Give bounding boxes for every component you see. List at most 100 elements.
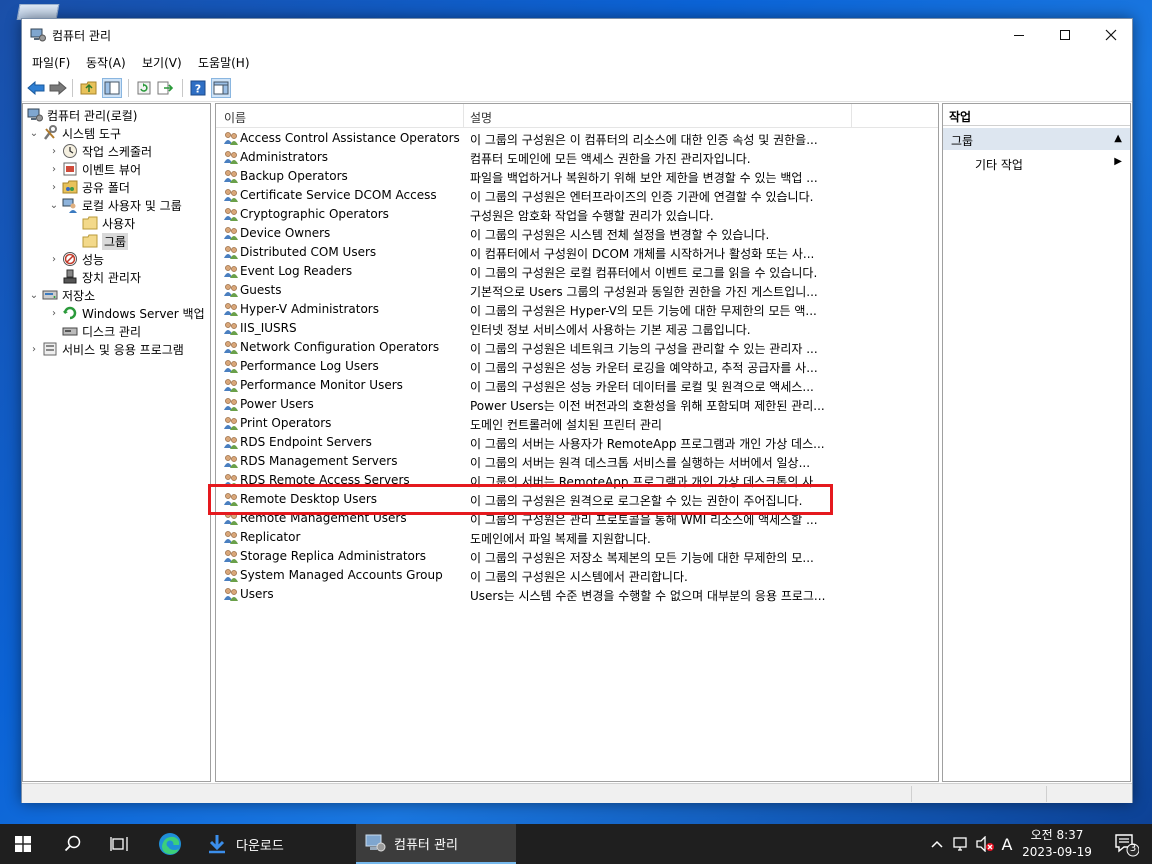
task-view-icon (110, 837, 128, 851)
column-header-description[interactable]: 설명 (470, 109, 492, 126)
table-row[interactable]: RDS Management Servers 이 그룹의 서버는 원격 데스크톱 … (216, 452, 938, 471)
disk-management-icon (62, 323, 78, 339)
table-row[interactable]: Performance Monitor Users 이 그룹의 구성원은 성능 카… (216, 376, 938, 395)
table-row[interactable]: RDS Remote Access Servers 이 그룹의 서버는 Remot… (216, 471, 938, 490)
group-description: 이 그룹의 구성원은 엔터프라이즈의 인증 기관에 연결할 수 있습니다. (470, 190, 814, 204)
chevron-right-icon[interactable]: › (49, 182, 59, 193)
up-folder-button[interactable] (79, 78, 99, 98)
table-row[interactable]: Cryptographic Operators 구성원은 암호화 작업을 수행할 … (216, 205, 938, 224)
chevron-right-icon[interactable]: › (49, 164, 59, 175)
table-row[interactable]: Certificate Service DCOM Access 이 그룹의 구성원… (216, 186, 938, 205)
table-row[interactable]: Remote Desktop Users 이 그룹의 구성원은 원격으로 로그온할… (216, 490, 938, 509)
chevron-right-icon[interactable]: › (29, 344, 39, 355)
table-row[interactable]: RDS Endpoint Servers 이 그룹의 서버는 사용자가 Remot… (216, 433, 938, 452)
minimize-button[interactable] (996, 19, 1042, 51)
table-row[interactable]: Users Users는 시스템 수준 변경을 수행할 수 없으며 대부분의 응용… (216, 585, 938, 604)
task-view-button[interactable] (96, 824, 142, 864)
chevron-down-icon[interactable]: ⌄ (29, 290, 39, 301)
group-list: 이름 설명 Access Control Assistance Operator… (215, 103, 939, 782)
tray-overflow-button[interactable] (928, 824, 946, 864)
taskbar-app-downloads[interactable]: 다운로드 (198, 824, 354, 864)
services-apps-icon (42, 341, 58, 357)
table-row[interactable]: Access Control Assistance Operators 이 그룹의… (216, 129, 938, 148)
network-button[interactable] (950, 824, 972, 864)
tree-item-users[interactable]: 사용자 (82, 214, 135, 232)
notification-center-button[interactable]: 3 (1106, 824, 1146, 864)
console-tree-icon (104, 81, 120, 95)
event-viewer-icon (62, 161, 78, 177)
tree-item-windows-server-backup[interactable]: › Windows Server 백업 (49, 304, 205, 322)
actions-group-groups[interactable]: 그룹 ▲ (943, 128, 1130, 150)
show-hide-action-pane-button[interactable] (211, 78, 231, 98)
table-row[interactable]: IIS_IUSRS 인터넷 정보 서비스에서 사용하는 기본 제공 그룹입니다. (216, 319, 938, 338)
group-icon (223, 434, 239, 450)
title-bar[interactable]: 컴퓨터 관리 (22, 19, 1132, 51)
maximize-button[interactable] (1042, 19, 1088, 51)
table-row[interactable]: Replicator 도메인에서 파일 복제를 지원합니다. (216, 528, 938, 547)
group-icon (223, 548, 239, 564)
table-row[interactable]: Event Log Readers 이 그룹의 구성원은 로컬 컴퓨터에서 이벤트… (216, 262, 938, 281)
show-hide-console-tree-button[interactable] (102, 78, 122, 98)
table-row[interactable]: Backup Operators 파일을 백업하거나 복원하기 위해 보안 제한을… (216, 167, 938, 186)
start-button[interactable] (0, 824, 46, 864)
group-icon (223, 377, 239, 393)
more-actions-item[interactable]: 기타 작업 ▶ (943, 152, 1130, 174)
chevron-right-icon[interactable]: › (49, 146, 59, 157)
table-row[interactable]: Storage Replica Administrators 이 그룹의 구성원은… (216, 547, 938, 566)
table-row[interactable]: Distributed COM Users 이 컴퓨터에서 구성원이 DCOM 개… (216, 243, 938, 262)
search-button[interactable] (50, 824, 96, 864)
table-row[interactable]: Guests 기본적으로 Users 그룹의 구성원과 동일한 권한을 가진 게스… (216, 281, 938, 300)
group-description: Users는 시스템 수준 변경을 수행할 수 없으며 대부분의 응용 프로그.… (470, 589, 826, 603)
tree-item-groups[interactable]: 그룹 (82, 232, 129, 250)
table-row[interactable]: Remote Management Users 이 그룹의 구성원은 관리 프로토… (216, 509, 938, 528)
caret-up-icon[interactable]: ▲ (1114, 133, 1122, 144)
chevron-right-icon[interactable]: › (49, 308, 59, 319)
group-description: 도메인 컨트롤러에 설치된 프린터 관리 (470, 418, 662, 432)
table-row[interactable]: Administrators 컴퓨터 도메인에 모든 액세스 권한을 가진 관리자… (216, 148, 938, 167)
actions-header: 작업 (943, 104, 1130, 126)
back-button[interactable] (26, 78, 46, 98)
group-description: 이 그룹의 구성원은 시스템 전체 설정을 변경할 수 있습니다. (470, 228, 770, 242)
export-list-button[interactable] (156, 78, 176, 98)
close-button[interactable] (1088, 19, 1134, 51)
group-description: 파일을 백업하거나 복원하기 위해 보안 제한을 변경할 수 있는 백업 ... (470, 171, 818, 185)
table-row[interactable]: Network Configuration Operators 이 그룹의 구성원… (216, 338, 938, 357)
refresh-button[interactable] (134, 78, 154, 98)
menu-view[interactable]: 보기(V) (140, 54, 184, 71)
menu-file[interactable]: 파일(F) (30, 54, 72, 71)
table-row[interactable]: Power Users Power Users는 이전 버전과의 호환성을 위해 … (216, 395, 938, 414)
group-name: Print Operators (240, 416, 332, 430)
group-name: Distributed COM Users (240, 245, 377, 259)
computer-management-icon (27, 107, 43, 123)
table-row[interactable]: Performance Log Users 이 그룹의 구성원은 성능 카운터 로… (216, 357, 938, 376)
chevron-right-icon[interactable]: › (49, 254, 59, 265)
table-row[interactable]: Print Operators 도메인 컨트롤러에 설치된 프린터 관리 (216, 414, 938, 433)
tree-item-performance[interactable]: › 성능 (49, 250, 104, 268)
column-header-name[interactable]: 이름 (224, 109, 246, 126)
tree-item-system-tools[interactable]: ⌄ 시스템 도구 (29, 124, 121, 142)
caret-right-icon: ▶ (1114, 156, 1122, 167)
tree-item-computer-management[interactable]: 컴퓨터 관리(로컬) (27, 106, 137, 124)
clock[interactable]: 오전 8:37 2023-09-19 (1018, 827, 1096, 861)
forward-button[interactable] (48, 78, 68, 98)
menu-action[interactable]: 동작(A) (84, 54, 128, 71)
tree-item-shared-folders[interactable]: › 공유 폴더 (49, 178, 130, 196)
tree-item-event-viewer[interactable]: › 이벤트 뷰어 (49, 160, 141, 178)
table-row[interactable]: Hyper-V Administrators 이 그룹의 구성원은 Hyper-V… (216, 300, 938, 319)
chevron-down-icon[interactable]: ⌄ (49, 200, 59, 211)
volume-button[interactable] (974, 824, 996, 864)
table-row[interactable]: Device Owners 이 그룹의 구성원은 시스템 전체 설정을 변경할 수… (216, 224, 938, 243)
ime-indicator[interactable]: A (997, 824, 1017, 864)
help-button[interactable]: ? (188, 78, 208, 98)
menu-help[interactable]: 도움말(H) (196, 54, 252, 71)
tree-item-services-applications[interactable]: › 서비스 및 응용 프로그램 (29, 340, 184, 358)
tree-item-disk-management[interactable]: 디스크 관리 (62, 322, 141, 340)
tree-item-task-scheduler[interactable]: › 작업 스케줄러 (49, 142, 152, 160)
edge-button[interactable] (146, 824, 194, 864)
tree-item-local-users-groups[interactable]: ⌄ 로컬 사용자 및 그룹 (49, 196, 182, 214)
tree-item-device-manager[interactable]: 장치 관리자 (62, 268, 141, 286)
table-row[interactable]: System Managed Accounts Group 이 그룹의 구성원은 … (216, 566, 938, 585)
tree-item-storage[interactable]: ⌄ 저장소 (29, 286, 95, 304)
chevron-down-icon[interactable]: ⌄ (29, 128, 39, 139)
taskbar-app-computer-management[interactable]: 컴퓨터 관리 (356, 824, 516, 864)
